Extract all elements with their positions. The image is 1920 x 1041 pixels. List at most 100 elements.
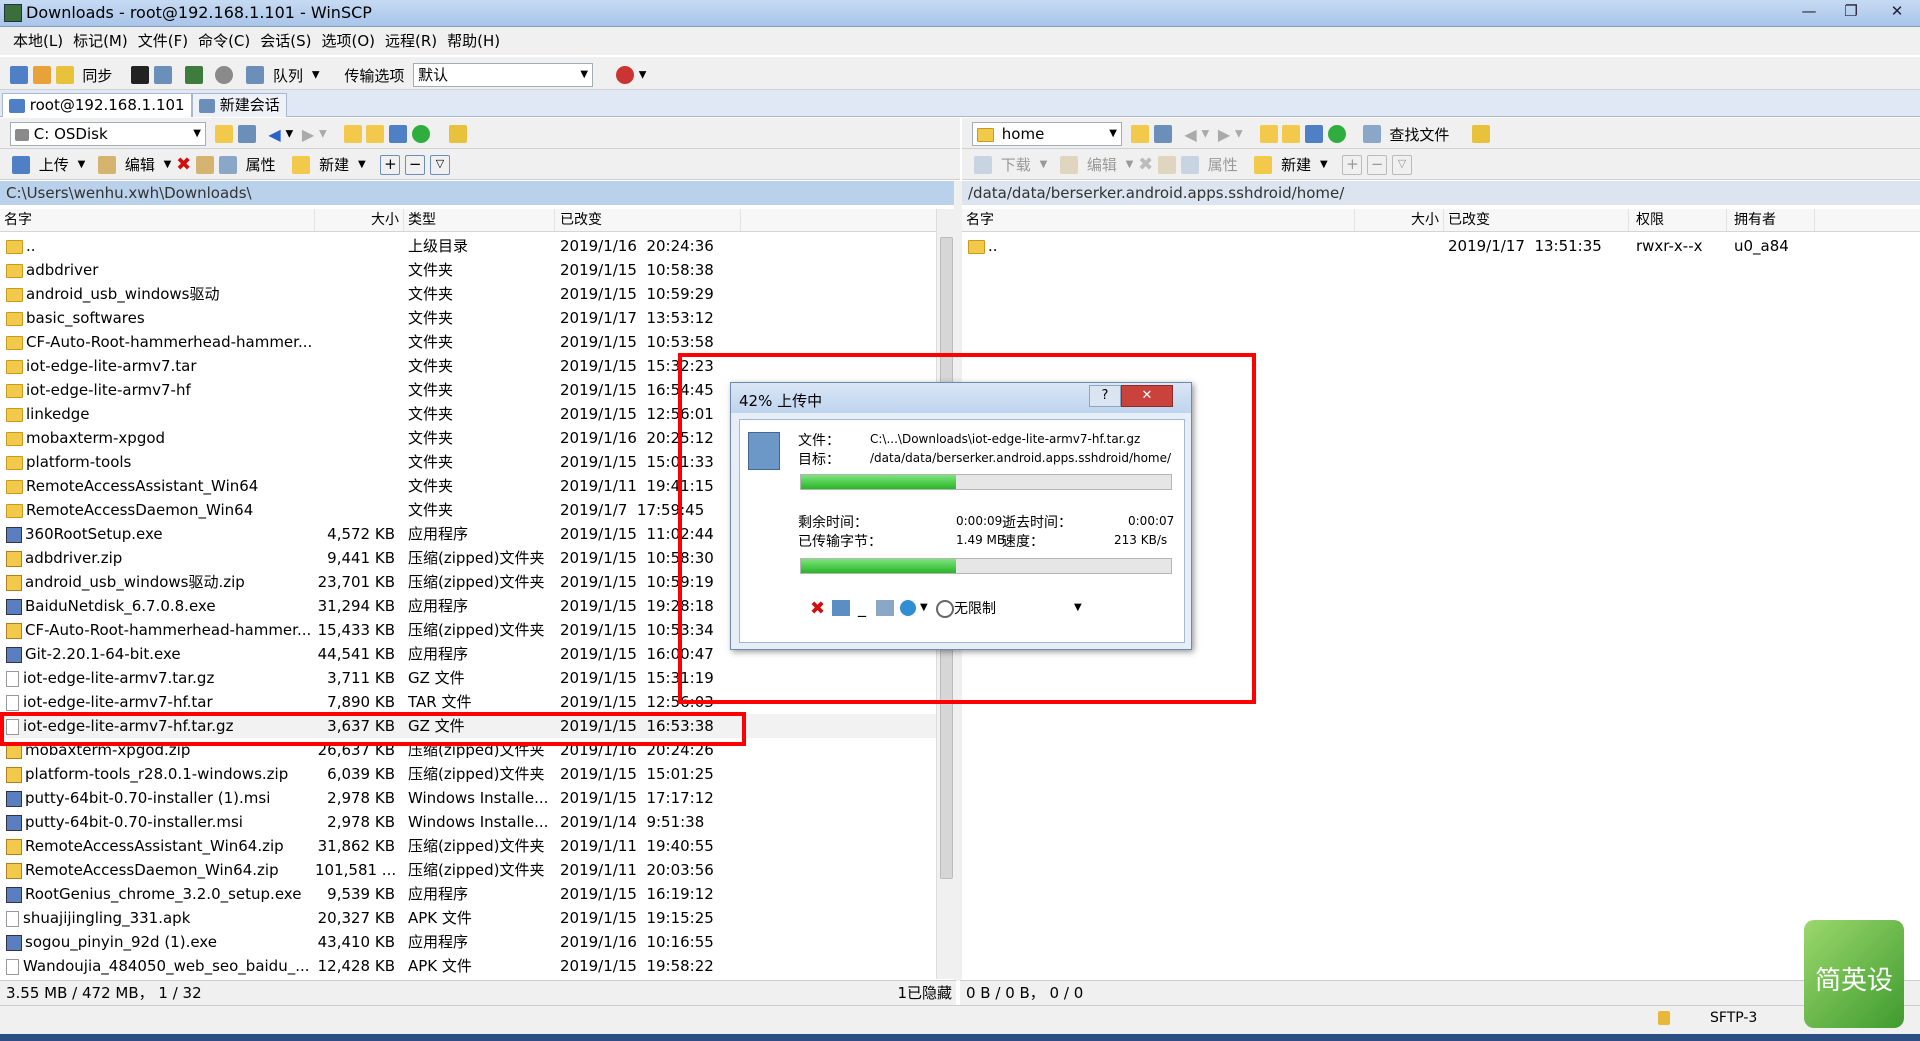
menu-item-3[interactable]: 命令(C)	[193, 27, 255, 55]
sync-button-label[interactable]: 同步	[82, 67, 112, 85]
back-arrow-icon[interactable]: ◀	[1184, 125, 1196, 144]
chevron-down-icon[interactable]: ▼	[312, 70, 320, 81]
delete-icon[interactable]: ✖	[1138, 154, 1153, 175]
table-row[interactable]: CF-Auto-Root-hammerhead-hammer... 文件夹 2019…	[0, 330, 936, 354]
table-row[interactable]: android_usb_windows驱动 文件夹 2019/1/15 10:59:…	[0, 282, 936, 306]
table-row[interactable]: RootGenius_chrome_3.2.0_setup.exe 9,539 K…	[0, 882, 936, 906]
download-icon[interactable]	[974, 155, 992, 174]
parent-dir-icon[interactable]	[1259, 125, 1278, 143]
select-all-icon[interactable]: +	[1342, 154, 1363, 175]
remote-path[interactable]: /data/data/berserker.android.apps.sshdro…	[962, 181, 1920, 205]
chevron-down-icon[interactable]: ▼	[1235, 129, 1243, 140]
chevron-down-icon[interactable]: ▼	[920, 602, 928, 613]
maximize-button[interactable]: ❐	[1830, 0, 1872, 22]
terminal-icon[interactable]	[131, 66, 150, 84]
transfer-settings-icon[interactable]	[184, 66, 203, 84]
properties-button[interactable]: 属性	[246, 156, 276, 174]
refresh-remote-icon[interactable]	[615, 66, 634, 84]
download-button[interactable]: 下载	[1001, 156, 1031, 174]
home-icon[interactable]	[1305, 125, 1324, 143]
menu-item-4[interactable]: 会话(S)	[255, 27, 316, 55]
table-row[interactable]: platform-tools_r28.0.1-windows.zip 6,039 …	[0, 762, 936, 786]
edit-icon[interactable]	[98, 155, 117, 174]
chevron-down-icon[interactable]: ▼	[1074, 602, 1082, 613]
menu-item-5[interactable]: 选项(O)	[316, 27, 380, 55]
properties-button[interactable]: 属性	[1208, 156, 1238, 174]
chevron-down-icon[interactable]: ▼	[285, 129, 293, 140]
table-row[interactable]: Wandoujia_484050_web_seo_baidu_... 12,428…	[0, 954, 936, 978]
home-icon[interactable]	[389, 125, 408, 143]
unselect-icon[interactable]: −	[405, 154, 426, 175]
table-row[interactable]: RemoteAccessDaemon_Win64.zip 101,581 ... 压…	[0, 858, 936, 882]
chevron-down-icon[interactable]: ▼	[358, 159, 366, 170]
queue-button-label[interactable]: 队列	[273, 67, 303, 85]
col-changed[interactable]: 已改变	[556, 209, 741, 231]
upload-button[interactable]: 上传	[39, 156, 69, 174]
putty-icon[interactable]	[153, 66, 172, 84]
compare-dirs-icon[interactable]	[10, 66, 28, 84]
chevron-down-icon[interactable]: ▼	[164, 159, 172, 170]
select-all-icon[interactable]: +	[380, 154, 401, 175]
menu-item-0[interactable]: 本地(L)	[8, 27, 68, 55]
edit-icon[interactable]	[1060, 155, 1079, 174]
minimize-button[interactable]: —	[1788, 0, 1830, 22]
table-row[interactable]: shuajijingling_331.apk 20,327 KB APK 文件 201…	[0, 906, 936, 930]
table-row[interactable]: .. 2019/1/17 13:51:35 rwxr-x--x u0_a84	[962, 234, 1920, 258]
find-files-button[interactable]: 查找文件	[1389, 126, 1449, 144]
transfer-options-select[interactable]: 默认 ▼	[413, 63, 594, 87]
table-row[interactable]: basic_softwares 文件夹 2019/1/17 13:53:12	[0, 306, 936, 330]
cancel-icon[interactable]: ✖	[810, 598, 825, 619]
find-tree-icon[interactable]	[448, 125, 467, 143]
menu-item-2[interactable]: 文件(F)	[133, 27, 193, 55]
rename-icon[interactable]	[196, 155, 214, 174]
chevron-down-icon[interactable]: ▼	[1201, 129, 1209, 140]
menu-item-1[interactable]: 标记(M)	[68, 27, 133, 55]
move-to-background-icon[interactable]	[876, 600, 894, 616]
tab-session[interactable]: root@192.168.1.101	[2, 93, 192, 117]
table-row[interactable]: adbdriver 文件夹 2019/1/15 10:58:38	[0, 258, 936, 282]
table-row[interactable]: .. 上级目录 2019/1/16 20:24:36	[0, 234, 936, 258]
refresh-icon[interactable]	[1327, 125, 1346, 143]
remote-dir-select[interactable]: home ▼	[972, 122, 1122, 146]
chevron-down-icon[interactable]: ▼	[1040, 159, 1048, 170]
new-button[interactable]: 新建	[1281, 156, 1311, 174]
col-size[interactable]: 大小	[315, 209, 404, 231]
local-path[interactable]: C:\Users\wenhu.xwh\Downloads\	[0, 181, 960, 205]
gear-icon[interactable]	[215, 66, 234, 84]
forward-arrow-icon[interactable]: ▶	[1218, 125, 1230, 144]
sync-icon[interactable]	[55, 66, 74, 84]
close-window-button[interactable]: ✕	[1874, 0, 1920, 22]
find-files-icon[interactable]	[1362, 125, 1381, 143]
chevron-down-icon[interactable]: ▼	[78, 159, 86, 170]
filter-select-icon[interactable]: ▽	[1391, 154, 1412, 175]
col-rights[interactable]: 权限	[1632, 209, 1727, 231]
delete-icon[interactable]: ✖	[176, 154, 191, 175]
edit-button[interactable]: 编辑	[1087, 156, 1117, 174]
upload-icon[interactable]	[12, 155, 30, 174]
table-row[interactable]: RemoteAccessAssistant_Win64.zip 31,862 KB…	[0, 834, 936, 858]
queue-icon[interactable]	[246, 66, 265, 84]
col-name[interactable]: 名字	[962, 209, 1355, 231]
col-changed[interactable]: 已改变	[1444, 209, 1629, 231]
table-row[interactable]: sogou_pinyin_92d (1).exe 43,410 KB 应用程序 201…	[0, 930, 936, 954]
unselect-icon[interactable]: −	[1367, 154, 1388, 175]
speed-limit-select[interactable]: 无限制	[954, 598, 996, 618]
rename-icon[interactable]	[1158, 155, 1176, 174]
menu-item-7[interactable]: 帮助(H)	[442, 27, 505, 55]
chevron-down-icon[interactable]: ▼	[639, 70, 647, 81]
help-button[interactable]: ?	[1089, 385, 1121, 407]
minimize-dialog-icon[interactable]: _	[858, 598, 866, 617]
sync-browse-icon[interactable]	[32, 66, 51, 84]
table-row[interactable]: putty-64bit-0.70-installer.msi 2,978 KB Wi…	[0, 810, 936, 834]
open-folder-icon[interactable]	[214, 125, 233, 143]
new-button[interactable]: 新建	[319, 156, 349, 174]
edit-button[interactable]: 编辑	[125, 156, 155, 174]
local-drive-select[interactable]: C: OSDisk ▼	[10, 122, 206, 146]
parent-dir-icon[interactable]	[343, 125, 362, 143]
back-arrow-icon[interactable]: ◀	[268, 125, 280, 144]
filter-icon[interactable]	[237, 125, 256, 143]
new-folder-icon[interactable]	[1254, 155, 1273, 174]
root-dir-icon[interactable]	[1282, 125, 1301, 143]
new-folder-icon[interactable]	[292, 155, 311, 174]
chevron-down-icon[interactable]: ▼	[1126, 159, 1134, 170]
